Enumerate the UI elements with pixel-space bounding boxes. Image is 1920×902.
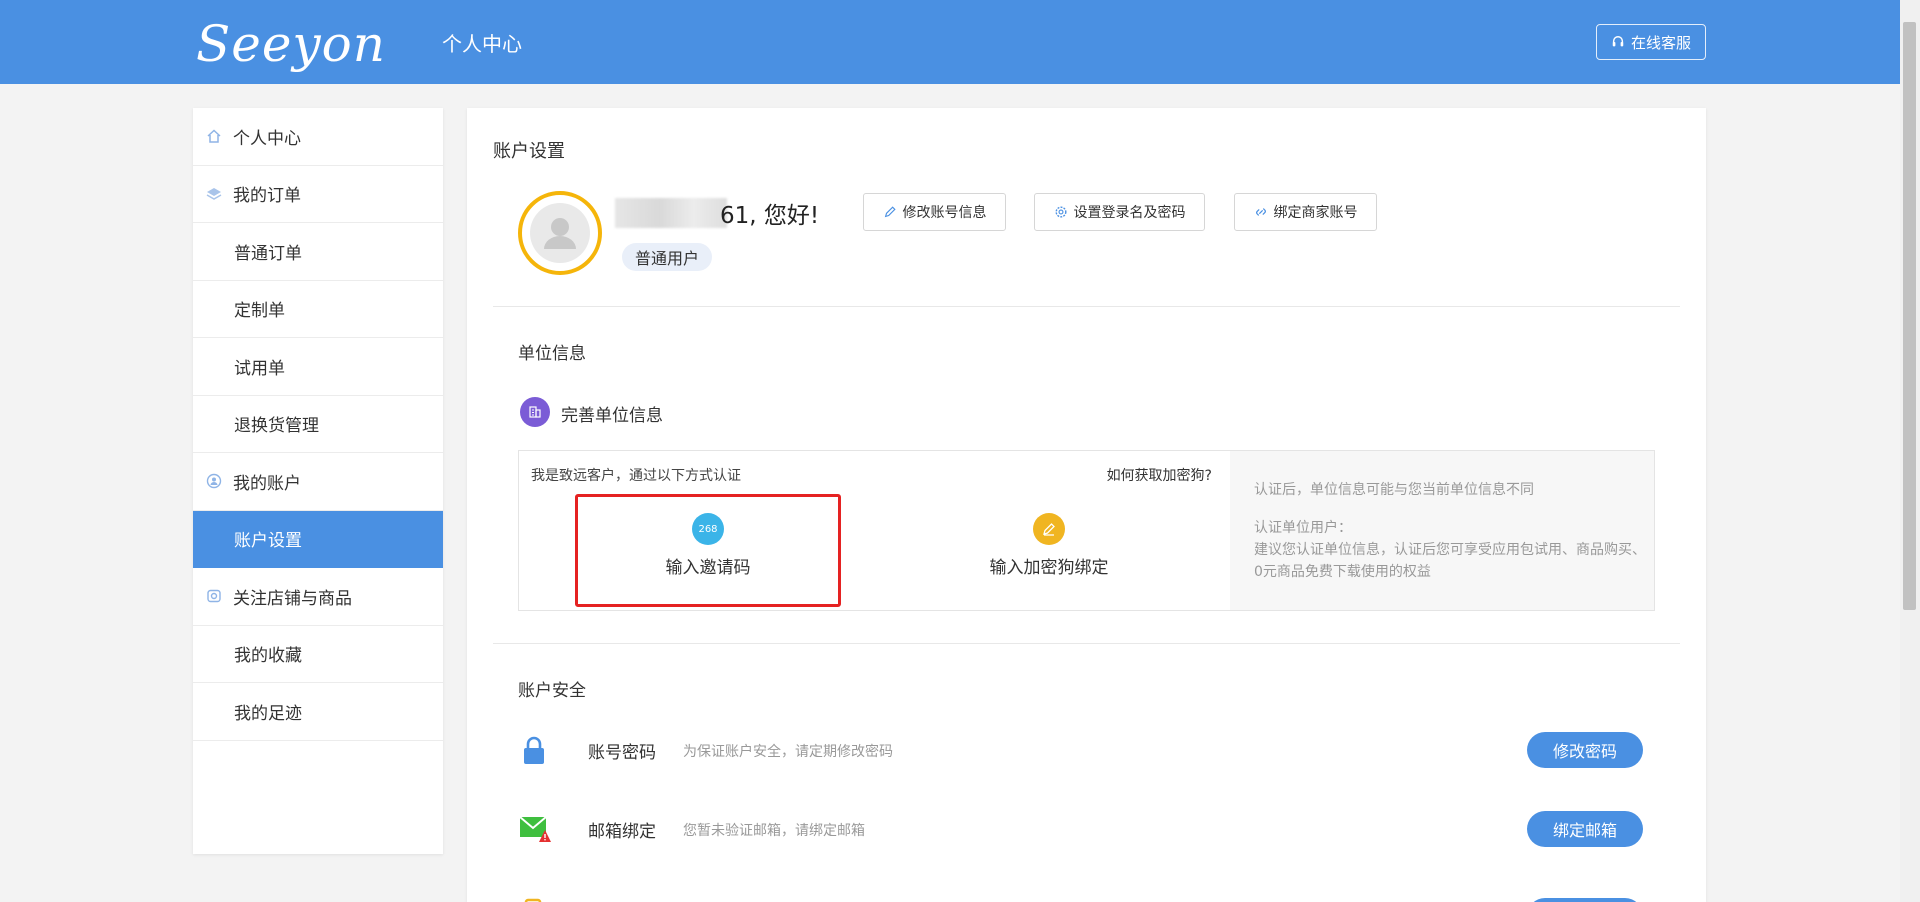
sidebar-item-normal-orders[interactable]: 普通订单 [193, 223, 443, 281]
divider [493, 643, 1680, 644]
auth-description: 我是致远客户，通过以下方式认证 [531, 468, 741, 484]
how-to-get-dongle-link[interactable]: 如何获取加密狗? [1107, 465, 1212, 485]
sidebar-item-label: 定制单 [234, 301, 285, 322]
email-label: 邮箱绑定 [588, 822, 656, 842]
sidebar-item-label: 我的足迹 [234, 703, 302, 724]
password-row: 账号密码 为保证账户安全，请定期修改密码 修改密码 [518, 730, 1643, 770]
phone-row-partial [518, 888, 1643, 902]
sidebar-item-follow[interactable]: 关注店铺与商品 [193, 568, 443, 626]
main-panel: 账户设置 61, 您好! 普通用户 修改账号信息 设置登录名及密码 绑定商家账号… [467, 108, 1706, 902]
enter-dongle-label: 输入加密狗绑定 [989, 558, 1109, 578]
header-title: 个人中心 [442, 32, 522, 56]
enter-dongle-option[interactable]: 输入加密狗绑定 [949, 513, 1149, 578]
sidebar-item-custom-orders[interactable]: 定制单 [193, 281, 443, 338]
auth-tip-2: 认证单位用户： [1254, 520, 1352, 536]
page-scrollbar[interactable] [1900, 0, 1920, 902]
sidebar-item-label: 账户设置 [234, 531, 302, 552]
email-description: 您暂未验证邮箱，请绑定邮箱 [683, 823, 865, 839]
online-service-button[interactable]: 在线客服 [1596, 24, 1706, 60]
bind-email-button[interactable]: 绑定邮箱 [1527, 811, 1643, 847]
sidebar-item-label: 试用单 [234, 358, 285, 379]
link-icon [1255, 208, 1266, 216]
home-icon [207, 129, 221, 143]
blurred-username [615, 198, 727, 228]
top-header: Seeyon 个人中心 在线客服 [0, 0, 1900, 84]
auth-options: 我是致远客户，通过以下方式认证 如何获取加密狗? 268 输入邀请码 输入加密狗… [519, 451, 1230, 610]
headset-icon [1612, 36, 1624, 47]
avatar[interactable] [518, 191, 602, 275]
user-circle-icon [206, 474, 222, 489]
password-description: 为保证账户安全，请定期修改密码 [683, 744, 893, 760]
bind-merchant-button[interactable]: 绑定商家账号 [1234, 193, 1377, 231]
auth-tip-1: 认证后，单位信息可能与您当前单位信息不同 [1254, 482, 1534, 498]
sidebar-item-label: 我的收藏 [234, 646, 302, 667]
email-row: 邮箱绑定 您暂未验证邮箱，请绑定邮箱 绑定邮箱 [518, 809, 1643, 849]
sidebar-item-personal-center[interactable]: 个人中心 [193, 108, 443, 166]
edit-account-info-label: 修改账号信息 [902, 205, 987, 221]
user-silhouette-icon [544, 218, 576, 249]
scrollbar-thumb[interactable] [1903, 22, 1916, 610]
sidebar-item-label: 退换货管理 [234, 416, 319, 437]
sidebar-item-account-settings[interactable]: 账户设置 [193, 510, 443, 568]
pencil-icon [884, 206, 896, 218]
auth-tips: 认证后，单位信息可能与您当前单位信息不同 认证单位用户： 建议您认证单位信息，认… [1230, 451, 1654, 610]
lock-icon [524, 736, 544, 764]
seeyon-logo[interactable]: Seeyon [196, 12, 385, 72]
store-icon [207, 590, 221, 603]
set-login-password-button[interactable]: 设置登录名及密码 [1034, 193, 1205, 231]
sidebar-nav: 个人中心 我的订单 普通订单 定制单 试用单 退换货管理 我的账户 账户设置 关… [193, 108, 443, 854]
online-service-label: 在线客服 [1630, 33, 1691, 52]
bind-merchant-label: 绑定商家账号 [1273, 205, 1358, 221]
sidebar-item-label: 我的订单 [233, 186, 301, 207]
sidebar-item-label: 我的账户 [233, 473, 301, 494]
password-label: 账号密码 [588, 743, 656, 763]
sidebar-item-my-account[interactable]: 我的账户 [193, 453, 443, 511]
set-login-password-label: 设置登录名及密码 [1073, 205, 1186, 221]
divider [493, 306, 1680, 307]
sidebar-item-label: 关注店铺与商品 [233, 588, 352, 609]
edit-account-info-button[interactable]: 修改账号信息 [863, 193, 1006, 231]
logo-text: Seeyon [196, 15, 386, 73]
layers-icon [206, 187, 222, 200]
complete-org-info-link[interactable]: 完善单位信息 [561, 401, 663, 426]
sidebar-item-label: 个人中心 [233, 128, 301, 149]
sidebar-item-favorites[interactable]: 我的收藏 [193, 626, 443, 683]
user-type-badge: 普通用户 [622, 243, 713, 271]
auth-tip-3: 建议您认证单位信息，认证后您可享受应用包试用、商品购买、0元商品免费下载使用的权… [1254, 542, 1646, 580]
email-warning-icon [519, 816, 551, 842]
sidebar-item-label: 普通订单 [234, 243, 302, 264]
sidebar-item-trial-orders[interactable]: 试用单 [193, 338, 443, 396]
building-glyph [529, 406, 541, 418]
account-security-title: 账户安全 [518, 681, 586, 701]
sidebar-item-history[interactable]: 我的足迹 [193, 683, 443, 741]
building-icon [520, 397, 550, 427]
account-settings-title: 账户设置 [493, 141, 565, 162]
pencil-glyph [1043, 523, 1055, 536]
user-greeting: 61, 您好! [720, 203, 820, 229]
edit-icon [1033, 513, 1065, 545]
auth-panel: 我是致远客户，通过以下方式认证 如何获取加密狗? 268 输入邀请码 输入加密狗… [518, 450, 1655, 611]
bind-phone-button[interactable] [1527, 898, 1643, 902]
sidebar-item-returns[interactable]: 退换货管理 [193, 396, 443, 453]
phone-icon [524, 898, 542, 902]
gear-icon [1054, 206, 1067, 218]
highlight-box [575, 494, 841, 607]
org-info-title: 单位信息 [518, 344, 586, 364]
change-password-button[interactable]: 修改密码 [1527, 732, 1643, 768]
sidebar-item-my-orders[interactable]: 我的订单 [193, 166, 443, 223]
avatar-placeholder [530, 203, 590, 263]
